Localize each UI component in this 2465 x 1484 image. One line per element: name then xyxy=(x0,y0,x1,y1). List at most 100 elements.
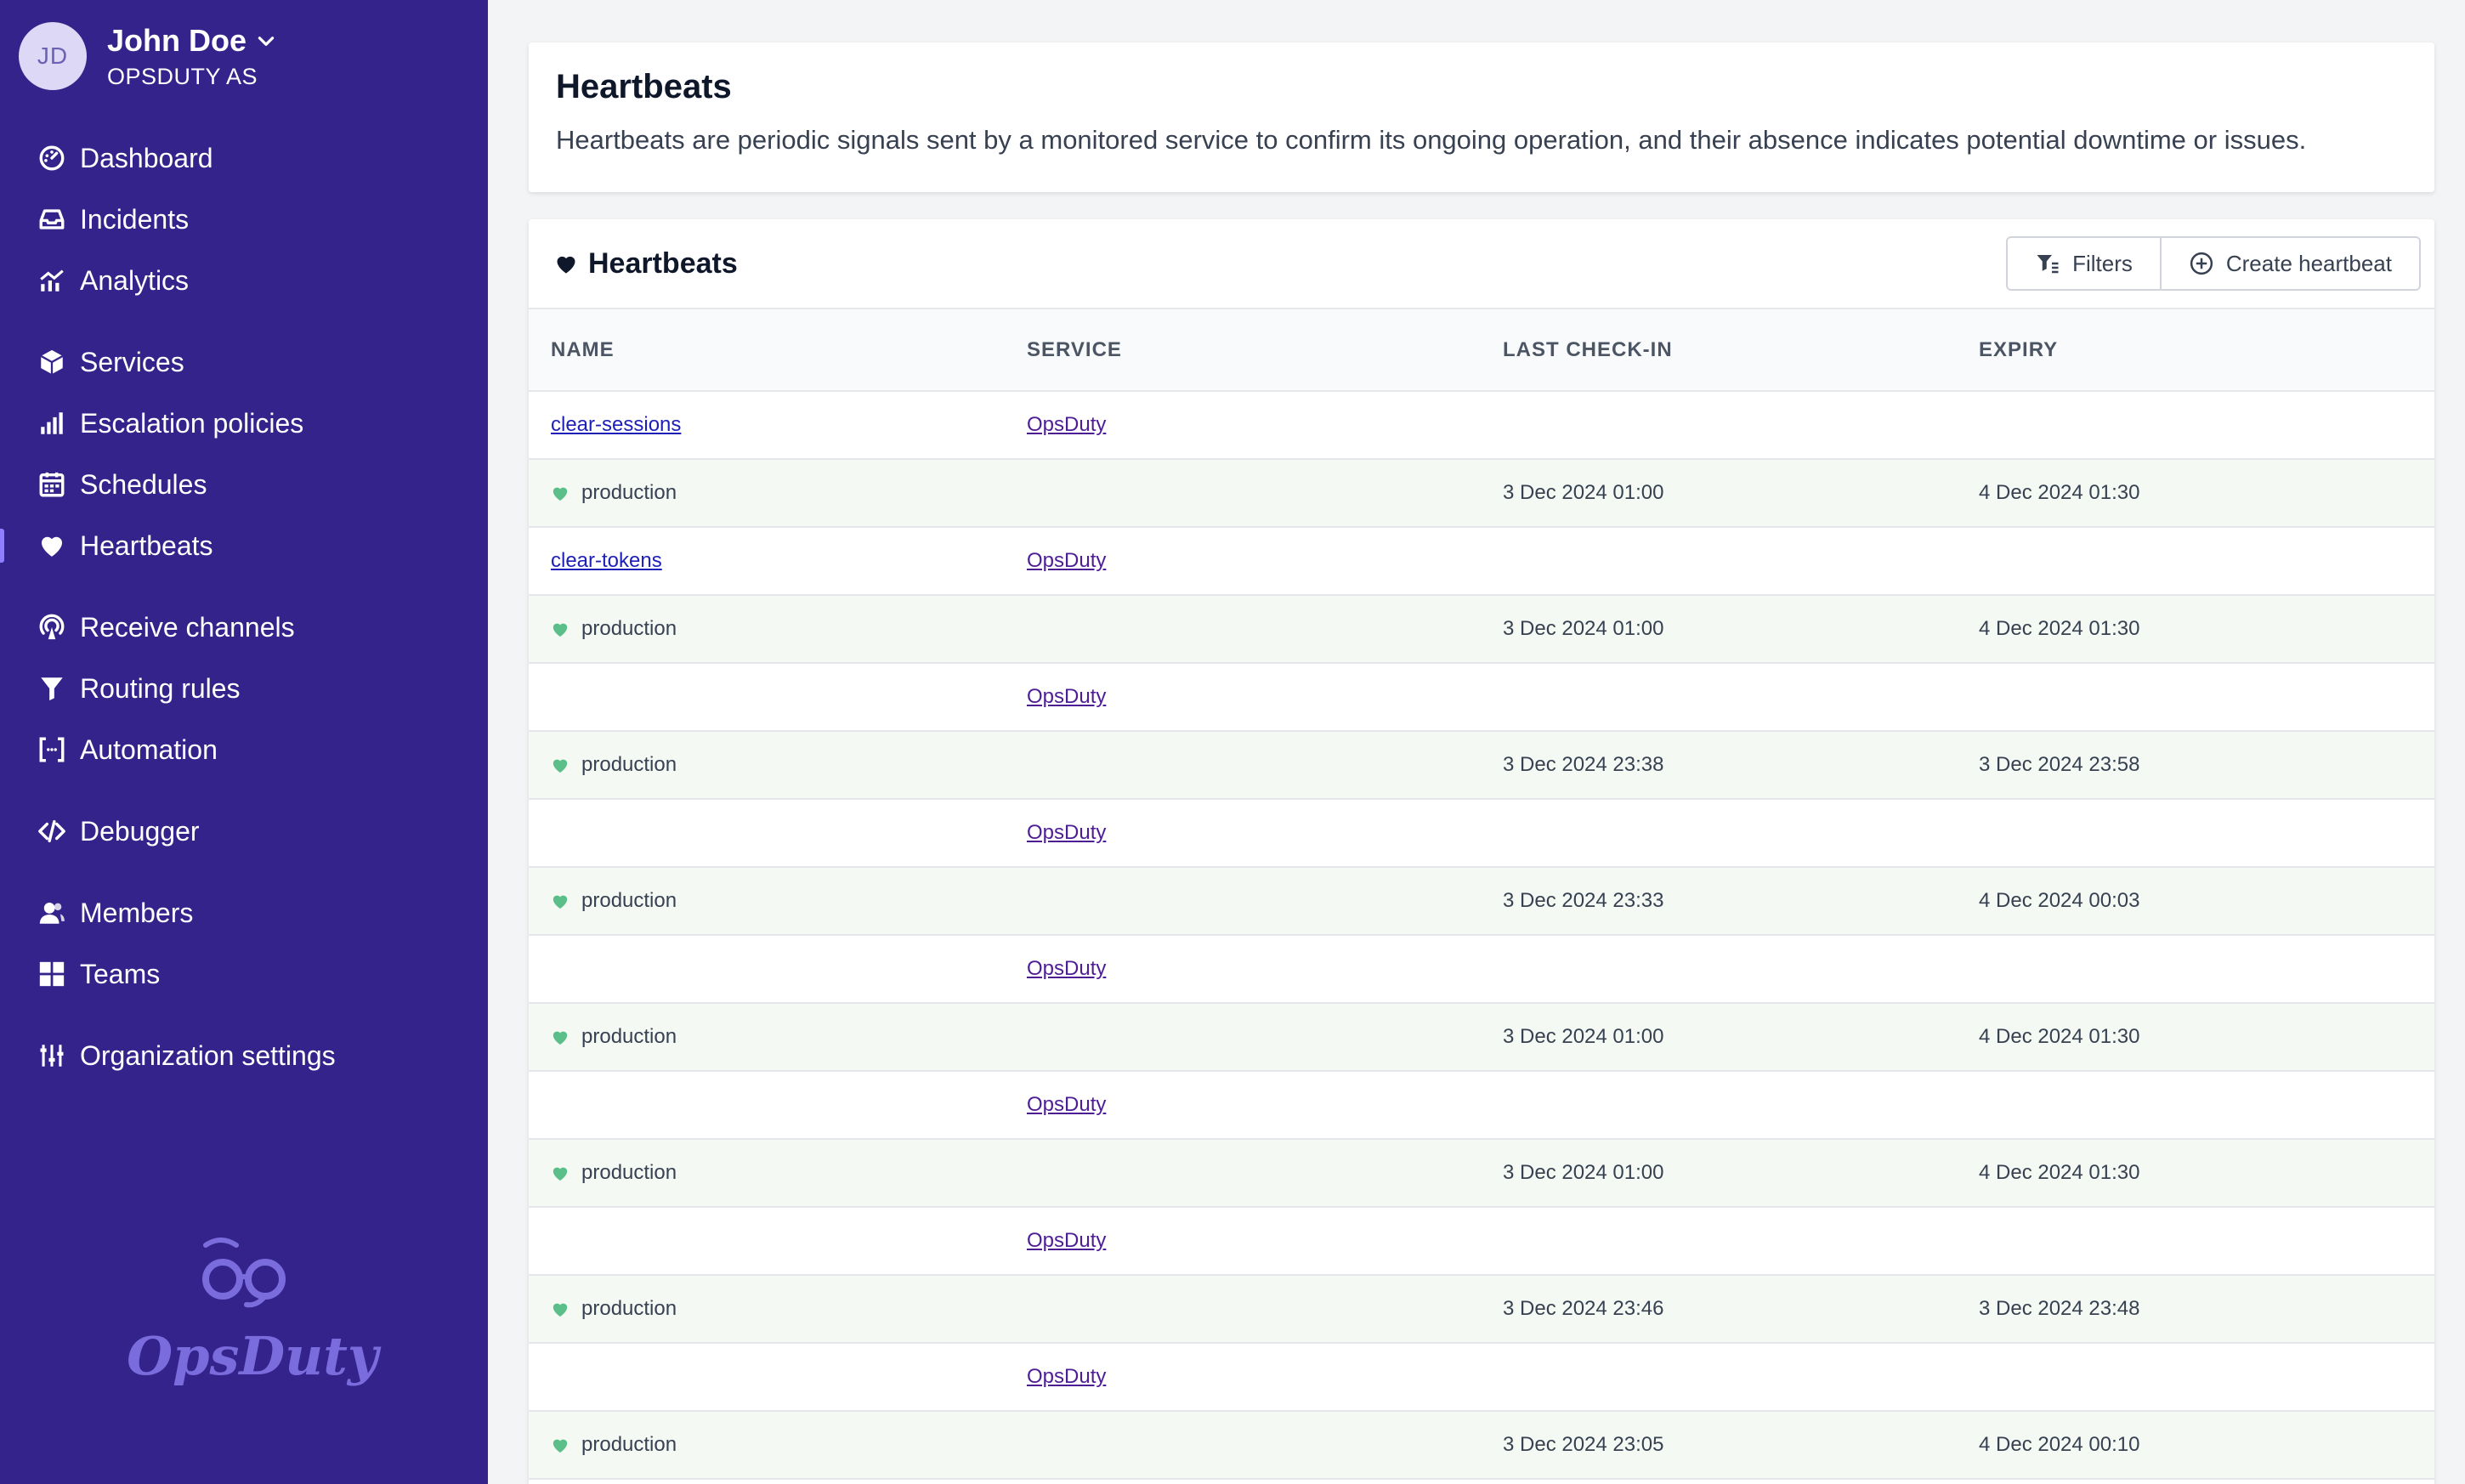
brackets-icon xyxy=(37,735,66,764)
page-description: Heartbeats are periodic signals sent by … xyxy=(556,125,2307,155)
table-row[interactable]: OpsDuty xyxy=(529,1207,2434,1276)
expiry: 4 Dec 2024 01:30 xyxy=(1957,459,2434,528)
last-checkin: 3 Dec 2024 23:33 xyxy=(1481,867,1957,936)
column-header-service[interactable]: SERVICE xyxy=(1005,309,1481,392)
cube-icon xyxy=(37,348,66,377)
opsduty-logo: OpsDuty xyxy=(0,1237,488,1387)
table-row[interactable]: clear-sessions OpsDuty xyxy=(529,391,2434,460)
page-header-card: Heartbeats Heartbeats are periodic signa… xyxy=(529,42,2434,192)
table-row-environment[interactable]: production 3 Dec 2024 01:00 4 Dec 2024 0… xyxy=(529,459,2434,528)
last-checkin: 3 Dec 2024 01:00 xyxy=(1481,459,1957,528)
table-row-environment[interactable]: production 3 Dec 2024 01:00 4 Dec 2024 0… xyxy=(529,595,2434,664)
heart-icon xyxy=(557,256,575,274)
brand-name: OpsDuty xyxy=(127,1325,378,1387)
heart-status-icon xyxy=(552,759,568,773)
column-header-last-checkin[interactable]: LAST CHECK-IN xyxy=(1481,309,1957,392)
create-heartbeat-button[interactable]: Create heartbeat xyxy=(2161,236,2421,291)
heart-status-icon xyxy=(552,623,568,637)
table-row[interactable]: OpsDuty xyxy=(529,935,2434,1004)
nav-automation[interactable]: Automation xyxy=(0,719,488,780)
user-menu[interactable]: JD John Doe OPSDUTY AS xyxy=(19,22,277,90)
sliders-icon xyxy=(37,1041,66,1070)
last-checkin: 3 Dec 2024 01:00 xyxy=(1481,595,1957,664)
nav-dashboard[interactable]: Dashboard xyxy=(0,127,488,189)
table-row-environment[interactable]: production 3 Dec 2024 23:33 4 Dec 2024 0… xyxy=(529,867,2434,936)
service-link[interactable]: OpsDuty xyxy=(1027,685,1106,708)
service-link[interactable]: OpsDuty xyxy=(1027,1229,1106,1252)
last-checkin: 3 Dec 2024 23:05 xyxy=(1481,1411,1957,1480)
filters-button[interactable]: Filters xyxy=(2006,236,2162,291)
heartbeat-name-link[interactable]: clear-sessions xyxy=(551,413,681,436)
service-link[interactable]: OpsDuty xyxy=(1027,1365,1106,1388)
table-row-environment[interactable]: production 3 Dec 2024 23:46 3 Dec 2024 2… xyxy=(529,1275,2434,1344)
nav-heartbeats[interactable]: Heartbeats xyxy=(0,515,488,576)
grid-icon xyxy=(37,960,66,988)
filter-icon xyxy=(2037,255,2059,274)
table-header-row: NAME SERVICE LAST CHECK-IN EXPIRY xyxy=(529,309,2434,392)
code-icon xyxy=(37,817,66,846)
environment-label: production xyxy=(581,617,677,640)
dashboard-icon xyxy=(37,144,66,173)
org-name: OPSDUTY AS xyxy=(107,63,258,89)
nav-services[interactable]: Services xyxy=(0,331,488,393)
table-actions: Filters Create heartbeat xyxy=(2006,236,2421,291)
service-link[interactable]: OpsDuty xyxy=(1027,549,1106,572)
nav-routing-rules[interactable]: Routing rules xyxy=(0,658,488,719)
funnel-icon xyxy=(37,674,66,703)
user-name: John Doe xyxy=(107,22,247,58)
last-checkin: 3 Dec 2024 01:00 xyxy=(1481,1003,1957,1072)
nav-receive-channels[interactable]: Receive channels xyxy=(0,597,488,658)
heart-status-icon xyxy=(552,1167,568,1181)
table-row[interactable]: OpsDuty xyxy=(529,663,2434,732)
heart-status-icon xyxy=(552,1031,568,1045)
environment-label: production xyxy=(581,1161,677,1184)
analytics-icon xyxy=(37,266,66,295)
nav-escalation-policies[interactable]: Escalation policies xyxy=(0,393,488,454)
bar-chart-icon xyxy=(37,409,66,438)
logo-icon xyxy=(202,1238,286,1308)
environment-label: production xyxy=(581,481,677,504)
environment-label: production xyxy=(581,1025,677,1048)
nav-schedules[interactable]: Schedules xyxy=(0,454,488,515)
heart-status-icon xyxy=(552,895,568,909)
nav-incidents[interactable]: Incidents xyxy=(0,189,488,250)
expiry: 3 Dec 2024 23:58 xyxy=(1957,731,2434,800)
heart-status-icon xyxy=(552,487,568,501)
table-row[interactable]: OpsDuty xyxy=(529,799,2434,868)
table-row-environment[interactable]: production 3 Dec 2024 01:00 4 Dec 2024 0… xyxy=(529,1003,2434,1072)
nav-teams[interactable]: Teams xyxy=(0,943,488,1005)
table-row-environment[interactable]: production 3 Dec 2024 23:38 3 Dec 2024 2… xyxy=(529,731,2434,800)
nav-members[interactable]: Members xyxy=(0,882,488,943)
expiry: 4 Dec 2024 01:30 xyxy=(1957,1003,2434,1072)
expiry: 4 Dec 2024 01:30 xyxy=(1957,1139,2434,1208)
heart-icon xyxy=(37,531,66,560)
service-link[interactable]: OpsDuty xyxy=(1027,1093,1106,1116)
heart-status-icon xyxy=(552,1303,568,1317)
service-link[interactable]: OpsDuty xyxy=(1027,821,1106,844)
last-checkin: 3 Dec 2024 23:38 xyxy=(1481,731,1957,800)
table-title: Heartbeats xyxy=(588,246,738,280)
main-nav: Dashboard Incidents Analytics Services E… xyxy=(0,127,488,1086)
heartbeat-name-link[interactable]: clear-tokens xyxy=(551,549,662,572)
service-link[interactable]: OpsDuty xyxy=(1027,957,1106,980)
table-row[interactable]: OpsDuty xyxy=(529,1071,2434,1140)
environment-label: production xyxy=(581,1433,677,1456)
table-row-environment[interactable]: production 3 Dec 2024 01:00 4 Dec 2024 0… xyxy=(529,1139,2434,1208)
plus-circle-icon xyxy=(2190,252,2213,275)
nav-debugger[interactable]: Debugger xyxy=(0,801,488,862)
calendar-icon xyxy=(37,470,66,499)
table-row[interactable]: OpsDuty xyxy=(529,1343,2434,1412)
column-header-name[interactable]: NAME xyxy=(529,309,1005,392)
heart-status-icon xyxy=(552,1439,568,1453)
last-checkin: 3 Dec 2024 01:00 xyxy=(1481,1139,1957,1208)
service-link[interactable]: OpsDuty xyxy=(1027,413,1106,436)
column-header-expiry[interactable]: EXPIRY xyxy=(1957,309,2434,392)
table-row-environment[interactable]: production 3 Dec 2024 23:05 4 Dec 2024 0… xyxy=(529,1411,2434,1480)
nav-organization-settings[interactable]: Organization settings xyxy=(0,1025,488,1086)
expiry: 3 Dec 2024 23:48 xyxy=(1957,1275,2434,1344)
users-icon xyxy=(37,898,66,927)
nav-analytics[interactable]: Analytics xyxy=(0,250,488,311)
table-row[interactable]: clear-tokens OpsDuty xyxy=(529,527,2434,596)
page-title: Heartbeats xyxy=(556,68,732,105)
expiry: 4 Dec 2024 01:30 xyxy=(1957,595,2434,664)
